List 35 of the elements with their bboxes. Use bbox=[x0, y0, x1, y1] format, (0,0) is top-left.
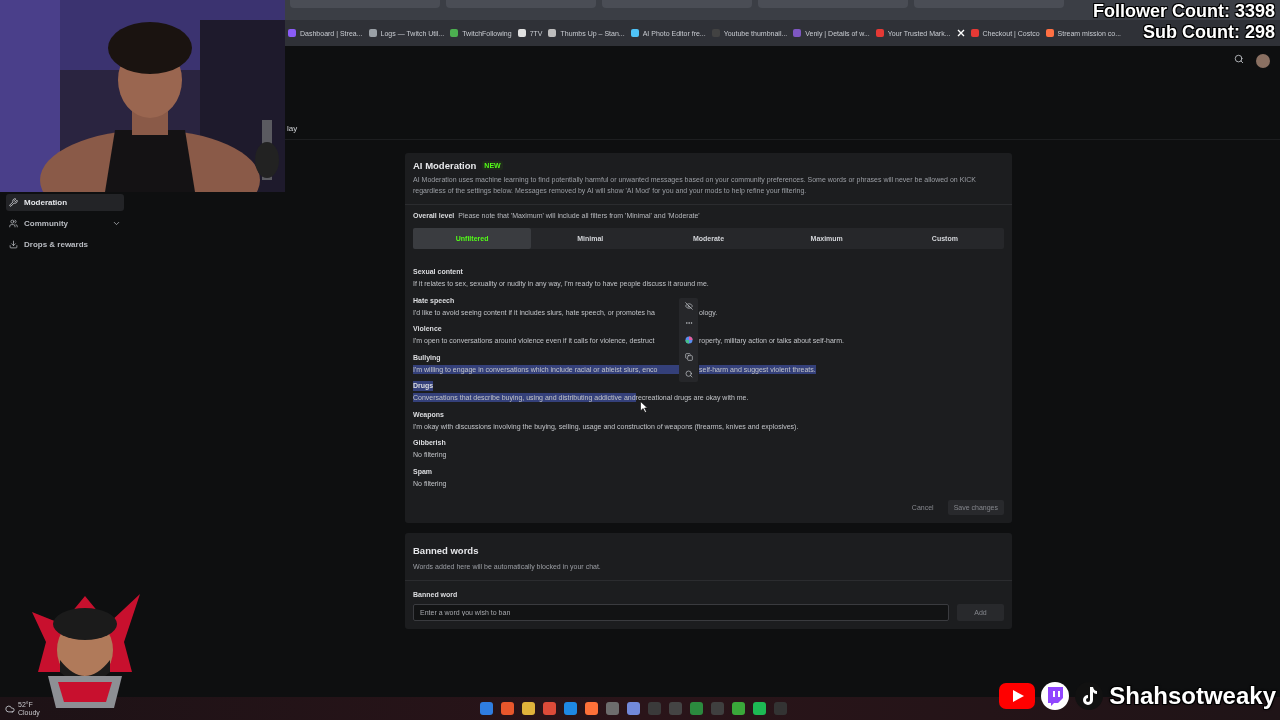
taskbar-app-icon[interactable] bbox=[543, 702, 556, 715]
wrench-icon bbox=[9, 198, 18, 207]
sidebar-item[interactable]: Community bbox=[6, 215, 124, 232]
video-play-icon bbox=[999, 683, 1036, 709]
download-icon bbox=[9, 240, 18, 249]
taskbar-app-icon[interactable] bbox=[627, 702, 640, 715]
users-icon bbox=[9, 219, 18, 228]
taskbar-app-icon[interactable] bbox=[564, 702, 577, 715]
x-mark-icon[interactable] bbox=[956, 29, 965, 37]
cloud-icon bbox=[5, 703, 15, 714]
search-icon[interactable] bbox=[684, 369, 693, 378]
copy-icon[interactable] bbox=[684, 352, 693, 361]
user-avatar[interactable] bbox=[1256, 54, 1270, 68]
chevron-icon[interactable] bbox=[112, 219, 121, 228]
sidebar-item[interactable]: Drops & rewards bbox=[6, 236, 124, 253]
sidebar-item[interactable]: Moderation bbox=[6, 194, 124, 211]
taskbar-app-icon[interactable] bbox=[732, 702, 745, 715]
follower-count: Follower Count: 3398 bbox=[1092, 1, 1275, 22]
cursor-icon bbox=[640, 401, 648, 413]
taskbar-app-icon[interactable] bbox=[690, 702, 703, 715]
taskbar-app-icon[interactable] bbox=[501, 702, 514, 715]
chat-bubble-icon bbox=[1041, 682, 1070, 710]
eye-off-icon[interactable] bbox=[684, 302, 693, 311]
panel-title: AI Moderation bbox=[413, 160, 477, 171]
search-icon[interactable] bbox=[1234, 54, 1244, 64]
channel-name: Shahsotweaky bbox=[1109, 682, 1276, 710]
panel-title: Banned words bbox=[413, 545, 479, 556]
taskbar-app-icon[interactable] bbox=[585, 702, 598, 715]
page-title: lay bbox=[287, 124, 299, 133]
assistant-icon[interactable] bbox=[684, 336, 693, 344]
taskbar-app-icon[interactable] bbox=[480, 702, 493, 715]
taskbar-app-icon[interactable] bbox=[606, 702, 619, 715]
taskbar-app-icon[interactable] bbox=[753, 702, 766, 715]
taskbar-app-icon[interactable] bbox=[522, 702, 535, 715]
sub-count: Sub Count: 298 bbox=[1143, 22, 1275, 43]
